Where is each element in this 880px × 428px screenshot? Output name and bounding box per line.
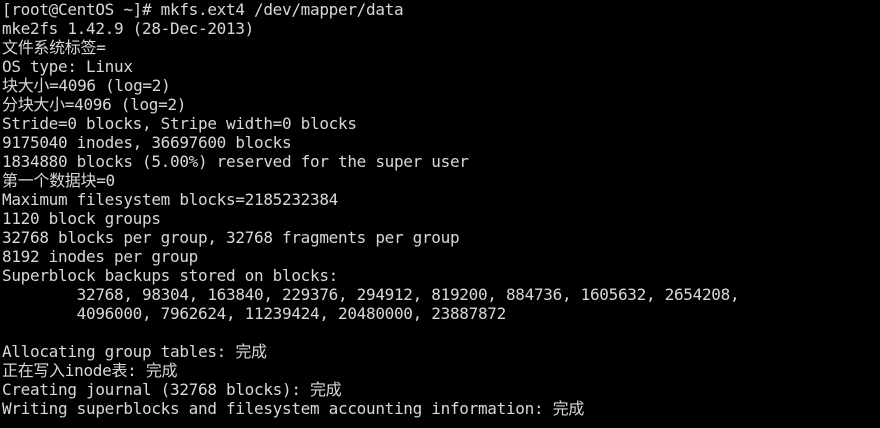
terminal-line: 4096000, 7962624, 11239424, 20480000, 23… bbox=[2, 304, 507, 323]
terminal-line: Stride=0 blocks, Stripe width=0 blocks bbox=[2, 114, 357, 133]
terminal-line: 文件系统标签= bbox=[2, 38, 106, 57]
terminal-line: Creating journal (32768 blocks): 完成 bbox=[2, 380, 342, 399]
terminal-line: Allocating group tables: 完成 bbox=[2, 342, 267, 361]
terminal-line: 32768, 98304, 163840, 229376, 294912, 81… bbox=[2, 285, 740, 304]
terminal-line: 块大小=4096 (log=2) bbox=[2, 76, 171, 95]
terminal-line: 9175040 inodes, 36697600 blocks bbox=[2, 133, 292, 152]
terminal-line: 1834880 blocks (5.00%) reserved for the … bbox=[2, 152, 469, 171]
terminal-line: 1120 block groups bbox=[2, 209, 161, 228]
terminal-line: 第一个数据块=0 bbox=[2, 171, 115, 190]
terminal-line: Superblock backups stored on blocks: bbox=[2, 266, 338, 285]
terminal-line: 8192 inodes per group bbox=[2, 247, 198, 266]
terminal-line: Maximum filesystem blocks=2185232384 bbox=[2, 190, 338, 209]
terminal-line: 分块大小=4096 (log=2) bbox=[2, 95, 187, 114]
terminal-line: 正在写入inode表: 完成 bbox=[2, 361, 178, 380]
terminal-line: Writing superblocks and filesystem accou… bbox=[2, 399, 585, 418]
terminal-line: 32768 blocks per group, 32768 fragments … bbox=[2, 228, 460, 247]
terminal-line: mke2fs 1.42.9 (28-Dec-2013) bbox=[2, 19, 254, 38]
terminal-window[interactable]: [root@CentOS ~]# mkfs.ext4 /dev/mapper/d… bbox=[0, 0, 880, 428]
terminal-line: OS type: Linux bbox=[2, 57, 133, 76]
terminal-line-command: [root@CentOS ~]# mkfs.ext4 /dev/mapper/d… bbox=[2, 0, 404, 19]
